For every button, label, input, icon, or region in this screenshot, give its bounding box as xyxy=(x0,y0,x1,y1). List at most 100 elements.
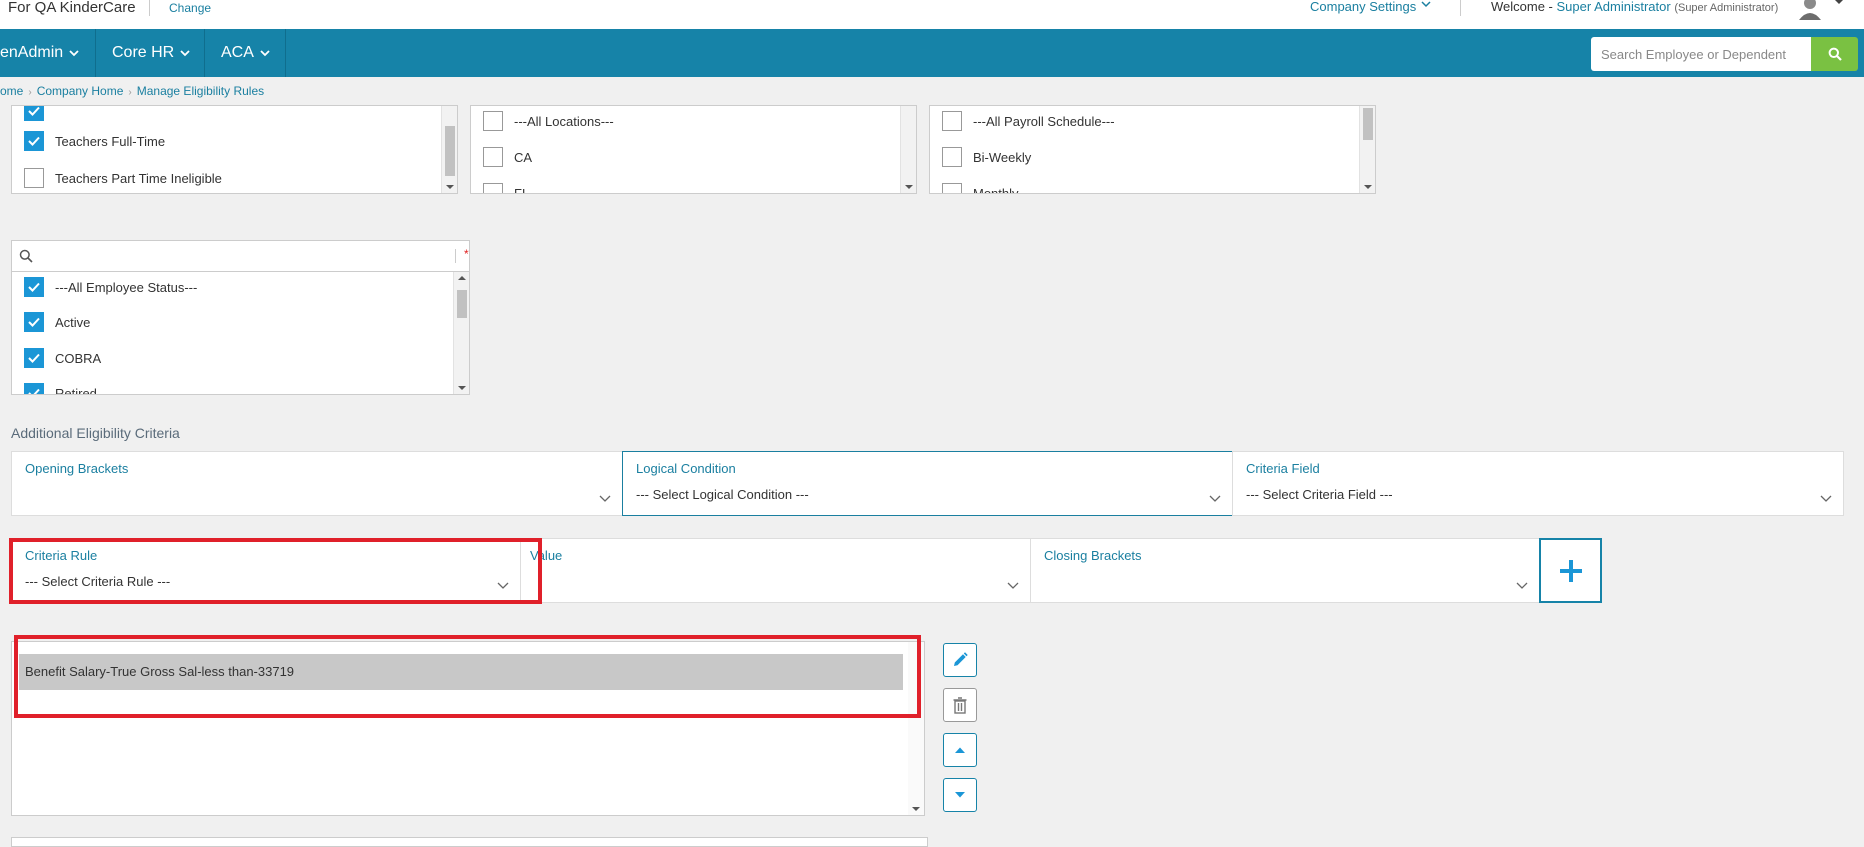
list-item[interactable]: CA xyxy=(471,142,532,172)
scroll-down-icon[interactable] xyxy=(905,185,913,189)
nav-item-label: Core HR xyxy=(112,44,175,61)
list-item[interactable]: Bi-Weekly xyxy=(930,142,1031,172)
list-item-label: FL xyxy=(514,185,530,194)
checkbox[interactable] xyxy=(942,111,962,131)
user-name-link[interactable]: Super Administrator xyxy=(1557,0,1671,14)
breadcrumb-company-home[interactable]: Company Home xyxy=(37,84,124,98)
list-item[interactable]: Teachers Part Time Ineligible xyxy=(12,163,222,193)
breadcrumb-home[interactable]: ome xyxy=(0,84,23,98)
opening-brackets-select[interactable]: Opening Brackets xyxy=(11,451,623,516)
checkbox[interactable] xyxy=(24,383,44,394)
nav-item-label: enAdmin xyxy=(0,44,64,61)
location-list[interactable]: ---All Locations--- CA FL xyxy=(470,105,917,194)
list-item[interactable]: Teachers Full-Time xyxy=(12,126,165,156)
search-button[interactable] xyxy=(1811,37,1858,71)
breadcrumb-separator: › xyxy=(28,87,32,98)
company-settings-menu[interactable]: Company Settings xyxy=(1310,0,1416,14)
payroll-schedule-list[interactable]: ---All Payroll Schedule--- Bi-Weekly Mon… xyxy=(929,105,1376,194)
main-nav: enAdmin Core HR ACA xyxy=(0,29,1864,77)
caret-up-icon xyxy=(955,747,965,753)
checkbox[interactable] xyxy=(483,147,503,167)
employee-group-list[interactable]: Teachers Full-Time Teachers Part Time In… xyxy=(11,105,458,194)
list-item[interactable]: Active xyxy=(12,307,90,337)
chevron-down-icon[interactable] xyxy=(1834,0,1844,10)
field-value: --- Select Criteria Field --- xyxy=(1246,487,1393,502)
scrollbar-thumb[interactable] xyxy=(457,290,467,318)
move-up-button[interactable] xyxy=(943,733,977,767)
chevron-down-icon[interactable] xyxy=(1421,0,1431,12)
highlight-box xyxy=(9,538,542,604)
chevron-down-icon xyxy=(180,48,190,60)
scrollbar-thumb[interactable] xyxy=(1363,108,1373,140)
checkbox[interactable] xyxy=(24,168,44,188)
checkbox[interactable] xyxy=(24,131,44,151)
field-label: Logical Condition xyxy=(636,461,736,476)
list-item[interactable]: ---All Payroll Schedule--- xyxy=(930,106,1115,136)
move-down-button[interactable] xyxy=(943,778,977,812)
checkbox[interactable] xyxy=(24,106,44,121)
value-select[interactable]: Value xyxy=(520,538,1031,603)
list-item[interactable]: ---All Employee Status--- xyxy=(12,272,197,302)
list-item[interactable]: COBRA xyxy=(12,343,101,373)
field-label: Opening Brackets xyxy=(25,461,129,476)
logical-condition-select[interactable]: Logical Condition --- Select Logical Con… xyxy=(622,451,1233,516)
list-item[interactable]: ---All Locations--- xyxy=(471,106,614,136)
checkbox[interactable] xyxy=(483,111,503,131)
scroll-up-icon[interactable] xyxy=(458,276,466,280)
list-item-label: ---All Employee Status--- xyxy=(55,279,198,295)
trash-icon xyxy=(953,697,967,714)
criteria-field-select[interactable]: Criteria Field --- Select Criteria Field… xyxy=(1232,451,1844,516)
nav-divider xyxy=(285,29,286,77)
nav-item-aca[interactable]: ACA xyxy=(221,29,270,77)
add-criteria-button[interactable] xyxy=(1539,538,1602,603)
change-company-link[interactable]: Change xyxy=(169,1,211,15)
field-value: --- Select Logical Condition --- xyxy=(636,487,809,502)
divider xyxy=(149,0,150,16)
status-search-input[interactable] xyxy=(42,245,442,267)
divider xyxy=(1460,0,1461,16)
chevron-down-icon xyxy=(69,48,79,60)
checkbox[interactable] xyxy=(483,183,503,193)
bottom-panel xyxy=(11,837,928,847)
nav-item-label: ACA xyxy=(221,44,254,61)
scrollbar[interactable] xyxy=(1359,106,1375,193)
checkbox[interactable] xyxy=(942,183,962,193)
search-icon xyxy=(19,249,33,263)
employee-search-input[interactable] xyxy=(1591,37,1811,71)
nav-item-benadmin[interactable]: enAdmin xyxy=(0,29,79,77)
scroll-down-icon[interactable] xyxy=(912,807,920,811)
user-role: (Super Administrator) xyxy=(1674,2,1779,14)
user-avatar-icon[interactable] xyxy=(1797,0,1823,20)
scrollbar[interactable] xyxy=(900,106,916,193)
welcome-label: Welcome - xyxy=(1491,0,1553,14)
checkbox[interactable] xyxy=(24,312,44,332)
closing-brackets-select[interactable]: Closing Brackets xyxy=(1030,538,1540,603)
pencil-icon xyxy=(954,652,968,666)
list-item-label: Active xyxy=(55,314,91,330)
scrollbar[interactable] xyxy=(441,106,457,193)
welcome-text: Welcome - Super Administrator (Super Adm… xyxy=(1491,0,1778,14)
scrollbar-thumb[interactable] xyxy=(445,126,455,176)
nav-divider xyxy=(95,29,96,77)
status-search-box: * xyxy=(11,240,470,272)
top-header: For QA KinderCare Change Company Setting… xyxy=(0,0,1864,29)
employee-status-list[interactable]: ---All Employee Status--- Active COBRA R… xyxy=(11,271,470,395)
checkbox[interactable] xyxy=(942,147,962,167)
scroll-down-icon[interactable] xyxy=(1364,185,1372,189)
scroll-down-icon[interactable] xyxy=(458,386,466,390)
list-item-label: COBRA xyxy=(55,350,102,366)
checkbox[interactable] xyxy=(24,277,44,297)
company-name: For QA KinderCare xyxy=(8,0,136,16)
nav-item-core-hr[interactable]: Core HR xyxy=(112,29,190,77)
checkbox[interactable] xyxy=(24,348,44,368)
list-item[interactable]: Monthly xyxy=(930,178,1019,193)
edit-rule-button[interactable] xyxy=(943,643,977,677)
delete-rule-button[interactable] xyxy=(943,688,977,722)
nav-divider xyxy=(204,29,205,77)
list-item[interactable]: Retired xyxy=(12,378,97,394)
list-item[interactable]: FL xyxy=(471,178,530,194)
list-item[interactable] xyxy=(12,106,55,126)
breadcrumb-separator: › xyxy=(128,87,132,98)
scroll-down-icon[interactable] xyxy=(446,185,454,189)
scrollbar[interactable] xyxy=(453,272,469,394)
